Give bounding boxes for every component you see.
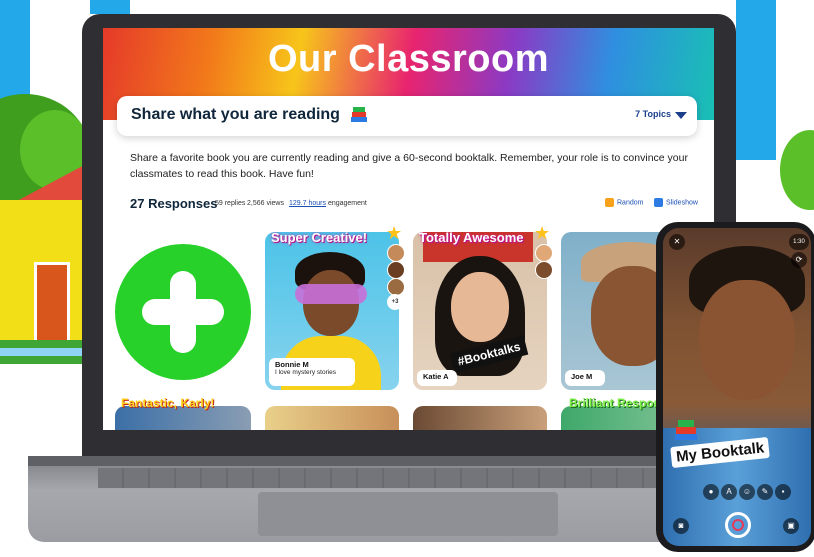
responses-count: 27 Responses (130, 196, 218, 211)
face (699, 280, 795, 400)
books-icon (675, 420, 697, 440)
card-author: Bonnie M (275, 360, 309, 369)
ghost-icon[interactable]: ● (703, 484, 719, 500)
sticker-icon[interactable]: ▪ (775, 484, 791, 500)
engagement-stat: 129.7 hours engagement (289, 200, 367, 207)
flip-camera-icon[interactable]: ⟳ (791, 252, 807, 268)
card-tag: Totally Awesome (419, 232, 524, 245)
laptop-screen: Our Classroom Share what you are reading… (103, 28, 714, 430)
phone-camera-screen: ✕ 1:30 ⟳ My Booktalk ● A ☺ ✎ ▪ ◙ ▣ (663, 228, 811, 546)
chevron-down-icon[interactable] (675, 112, 687, 119)
topic-description: Share a favorite book you are currently … (130, 152, 688, 180)
add-response-button[interactable] (115, 244, 251, 380)
slideshow-button[interactable]: Slideshow (654, 198, 698, 207)
card-info: Katie A (417, 370, 457, 386)
card-author: Katie A (423, 372, 449, 381)
heart-glasses (295, 284, 367, 304)
text-icon[interactable]: A (721, 484, 737, 500)
random-button[interactable]: Random (605, 198, 643, 207)
pen-icon[interactable]: ✎ (757, 484, 773, 500)
sky-block (90, 0, 130, 14)
card-info: Joe M (565, 370, 605, 386)
camera-icon[interactable]: ◙ (673, 518, 689, 534)
gallery-icon[interactable]: ▣ (783, 518, 799, 534)
books-icon (351, 107, 367, 122)
topics-dropdown[interactable]: 7 Topics (635, 109, 671, 119)
response-card[interactable]: Totally Awesome #Booktalks Katie A (413, 232, 547, 390)
trackpad (258, 492, 558, 536)
response-card[interactable] (265, 406, 399, 430)
timer-badge: 1:30 (789, 234, 809, 250)
response-card[interactable] (413, 406, 547, 430)
star-icon: ★ (386, 223, 403, 243)
card-tag: Super Creative! (271, 232, 368, 245)
engagement-hours[interactable]: 129.7 hours (289, 200, 326, 207)
slideshow-icon (654, 198, 663, 207)
plus-icon (142, 299, 224, 325)
emoji-icon[interactable]: ☺ (739, 484, 755, 500)
card-info: Bonnie M I love mystery stories (269, 358, 355, 386)
avatar[interactable] (535, 244, 553, 262)
more-avatars-count[interactable]: +3 (387, 294, 403, 310)
card-author: Joe M (571, 372, 593, 381)
keyboard (98, 468, 728, 488)
replies-count: 59 replies (215, 200, 246, 207)
avatar[interactable] (387, 244, 405, 262)
card-subtitle: I love mystery stories (275, 369, 337, 376)
face (451, 272, 509, 342)
slideshow-label: Slideshow (666, 199, 698, 207)
random-label: Random (617, 199, 644, 207)
views-count: 2,566 views (247, 200, 284, 207)
sky-block (736, 0, 776, 160)
response-card[interactable]: Super Creative! Bonnie M I love mystery … (265, 232, 399, 390)
record-button[interactable] (725, 512, 751, 538)
topic-card[interactable]: Share what you are reading 7 Topics (117, 96, 697, 136)
page-title: Our Classroom (267, 38, 550, 80)
card-tag: Fantastic, Karly! (121, 396, 215, 410)
star-icon: ★ (534, 223, 551, 243)
engagement-label: engagement (327, 200, 367, 207)
record-icon (732, 519, 744, 531)
house-door (34, 262, 70, 344)
avatar[interactable] (535, 261, 553, 279)
avatar[interactable] (387, 261, 405, 279)
topic-title: Share what you are reading (131, 106, 340, 123)
shuffle-icon (605, 198, 614, 207)
close-icon[interactable]: ✕ (669, 234, 685, 250)
